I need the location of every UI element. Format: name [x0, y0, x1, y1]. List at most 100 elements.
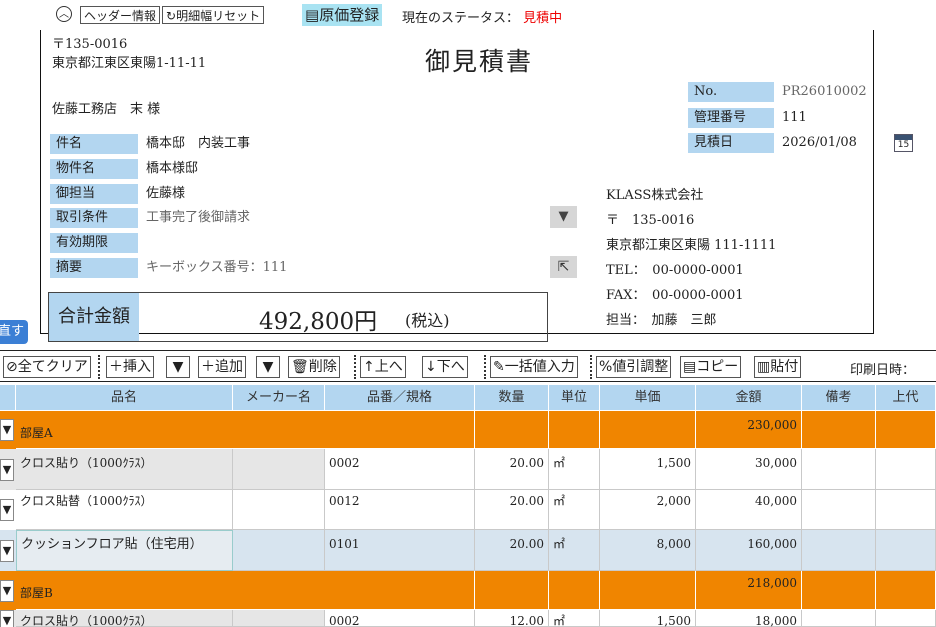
row-menu-button[interactable]: ▼ — [0, 499, 14, 521]
top-toolbar: ︿ ヘッダー情報 ↻明細幅リセット ▤原価登録 現在のステータス： 見積中 — [0, 0, 936, 30]
row-menu-button[interactable]: ▼ — [0, 610, 14, 627]
calendar-icon[interactable]: 15 — [894, 134, 913, 152]
group-row[interactable]: ▼ 部屋B 218,000 — [0, 571, 936, 610]
row-menu-button[interactable]: ▼ — [0, 419, 14, 441]
price-cell[interactable] — [600, 411, 696, 449]
date-label: 見積日 — [688, 133, 774, 153]
unit-cell[interactable]: ㎡ — [549, 490, 600, 530]
no-label: No. — [688, 82, 774, 102]
customer-name: 佐藤工務店 末 様 — [52, 102, 161, 117]
qty-cell[interactable]: 20.00 — [475, 490, 549, 530]
row-menu-button[interactable]: ▼ — [0, 458, 14, 481]
unit-cell[interactable]: ㎡ — [549, 610, 600, 627]
unit-cell[interactable] — [549, 571, 600, 610]
unit-cell[interactable]: ㎡ — [549, 449, 600, 490]
code-cell[interactable]: 0101 — [325, 530, 475, 571]
col-remark-header[interactable]: 備考 — [802, 385, 876, 410]
contact-field[interactable]: 佐藤様 — [146, 184, 185, 204]
maker-cell[interactable] — [233, 449, 325, 490]
name-cell-selected[interactable]: クッションフロア貼（住宅用） — [16, 530, 233, 571]
group-name[interactable]: 部屋B — [16, 571, 475, 610]
maker-cell[interactable] — [233, 610, 325, 627]
price-cell[interactable]: 1,500 — [600, 610, 696, 627]
copy-button[interactable]: ▤コピー — [680, 356, 742, 378]
unit-cell[interactable]: ㎡ — [549, 530, 600, 571]
add-button[interactable]: ＋追加 — [198, 356, 246, 378]
maker-cell[interactable] — [233, 530, 325, 571]
remark-cell[interactable] — [802, 530, 876, 571]
move-up-button[interactable]: ↑上へ — [360, 356, 406, 378]
col-unit-header[interactable]: 単位 — [549, 385, 600, 410]
delete-button[interactable]: 🗑削除 — [288, 356, 340, 378]
name-cell[interactable]: クロス貼り（1000ｸﾗｽ） — [16, 610, 233, 627]
price-cell[interactable] — [600, 571, 696, 610]
col-name-header[interactable]: 品名 — [16, 385, 233, 410]
qty-cell[interactable]: 20.00 — [475, 449, 549, 490]
code-cell[interactable]: 0002 — [325, 610, 475, 627]
bulk-input-button[interactable]: ✎一括値入力 — [490, 356, 578, 378]
price-cell[interactable]: 2,000 — [600, 490, 696, 530]
property-field[interactable]: 橋本様邸 — [146, 159, 198, 179]
remark-cell[interactable] — [802, 490, 876, 530]
price-cell[interactable]: 1,500 — [600, 449, 696, 490]
note-edit-button[interactable]: ⇱ — [550, 256, 577, 278]
clear-all-button[interactable]: ⊘全てクリア — [3, 356, 91, 378]
cost-register-button[interactable]: ▤原価登録 — [302, 4, 383, 26]
reset-width-button[interactable]: ↻明細幅リセット — [162, 6, 265, 24]
name-cell[interactable]: クロス貼替（1000ｸﾗｽ） — [16, 490, 233, 530]
note-field[interactable]: キーボックス番号：111 — [146, 258, 287, 278]
maker-cell[interactable] — [233, 490, 325, 530]
remark-cell[interactable] — [802, 610, 876, 627]
price-cell[interactable]: 8,000 — [600, 530, 696, 571]
header-info-button[interactable]: ヘッダー情報 — [80, 6, 161, 24]
add-dropdown-button[interactable]: ▼ — [256, 356, 280, 378]
refresh-icon: ↻ — [166, 9, 177, 23]
mgmt-field[interactable]: 111 — [782, 108, 807, 128]
insert-dropdown-button[interactable]: ▼ — [166, 356, 190, 378]
amount-cell: 30,000 — [696, 449, 802, 490]
qty-cell[interactable] — [475, 571, 549, 610]
terms-field[interactable]: 工事完了後御請求 — [146, 208, 250, 228]
name-cell[interactable]: クロス貼り（1000ｸﾗｽ） — [16, 449, 233, 490]
terms-dropdown-button[interactable]: ▼ — [550, 206, 577, 228]
code-cell[interactable]: 0002 — [325, 449, 475, 490]
collapse-header-icon[interactable]: ︿ — [56, 6, 72, 22]
amount-cell: 160,000 — [696, 530, 802, 571]
upper-cell[interactable] — [876, 490, 936, 530]
upper-cell[interactable] — [876, 610, 936, 627]
subject-field[interactable]: 橋本邸 内装工事 — [146, 134, 250, 154]
unit-cell[interactable] — [549, 411, 600, 449]
insert-button[interactable]: ＋挿入 — [106, 356, 154, 378]
row-menu-button[interactable]: ▼ — [0, 579, 14, 602]
remark-cell[interactable] — [802, 411, 876, 449]
remark-cell[interactable] — [802, 449, 876, 490]
upper-cell[interactable] — [876, 449, 936, 490]
table-row[interactable]: ▼ クロス貼替（1000ｸﾗｽ） 0012 20.00 ㎡ 2,000 40,0… — [0, 490, 936, 530]
col-amount-header[interactable]: 金額 — [696, 385, 802, 410]
qty-cell[interactable]: 20.00 — [475, 530, 549, 571]
group-row[interactable]: ▼ 部屋A 230,000 — [0, 411, 936, 449]
upper-cell[interactable] — [876, 530, 936, 571]
discount-button[interactable]: %値引調整 — [596, 356, 672, 378]
qty-cell[interactable]: 12.00 — [475, 610, 549, 627]
table-row[interactable]: ▼ クッションフロア貼（住宅用） 0101 20.00 ㎡ 8,000 160,… — [0, 530, 936, 571]
side-edit-button[interactable]: 直す — [0, 320, 28, 344]
date-field[interactable]: 2026/01/08 — [782, 133, 857, 153]
table-row[interactable]: ▼ クロス貼り（1000ｸﾗｽ） 0002 12.00 ㎡ 1,500 18,0… — [0, 610, 936, 627]
upper-cell[interactable] — [876, 411, 936, 449]
move-down-button[interactable]: ↓下へ — [422, 356, 468, 378]
remark-cell[interactable] — [802, 571, 876, 610]
col-code-header[interactable]: 品番／規格 — [325, 385, 475, 410]
code-cell[interactable]: 0012 — [325, 490, 475, 530]
col-maker-header[interactable]: メーカー名 — [233, 385, 325, 410]
document-icon: ▤ — [305, 6, 320, 24]
col-qty-header[interactable]: 数量 — [475, 385, 549, 410]
upper-cell[interactable] — [876, 571, 936, 610]
col-price-header[interactable]: 単価 — [600, 385, 696, 410]
row-menu-button[interactable]: ▼ — [0, 539, 14, 562]
col-upper-header[interactable]: 上代 — [876, 385, 936, 410]
group-name[interactable]: 部屋A — [16, 411, 475, 449]
paste-button[interactable]: ▥貼付 — [754, 356, 802, 378]
table-row[interactable]: ▼ クロス貼り（1000ｸﾗｽ） 0002 20.00 ㎡ 1,500 30,0… — [0, 449, 936, 490]
qty-cell[interactable] — [475, 411, 549, 449]
